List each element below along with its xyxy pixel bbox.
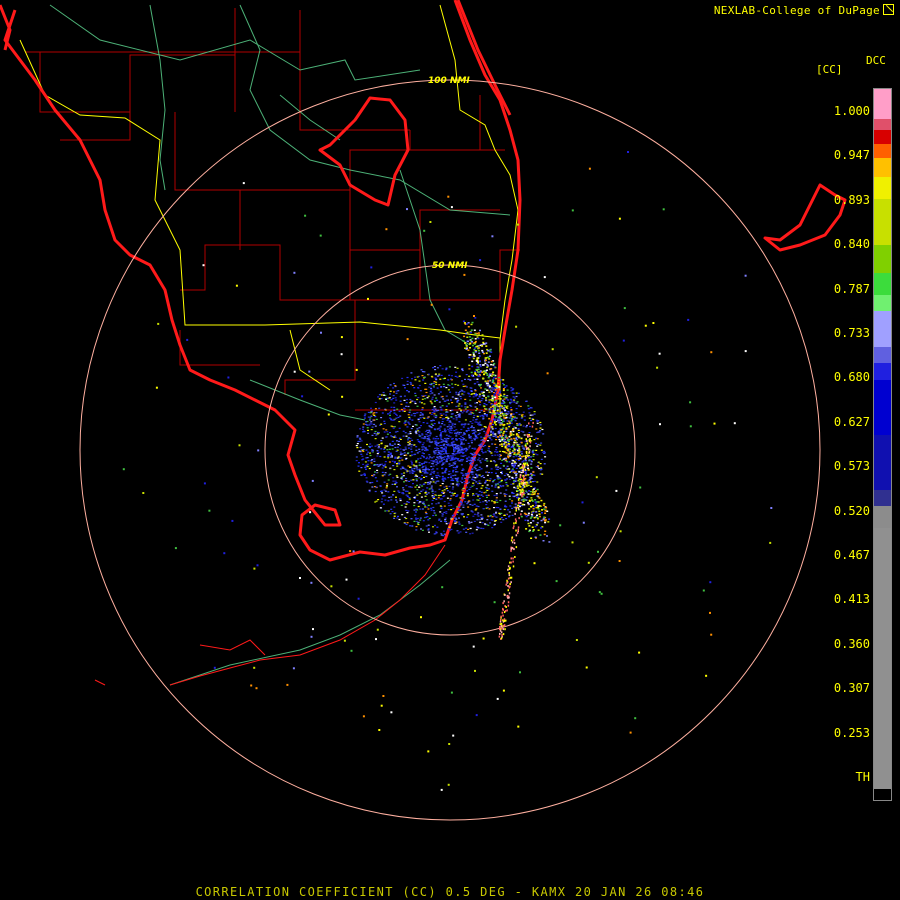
color-scale-swatch [874,346,891,364]
color-scale-swatch [874,311,891,347]
color-scale-swatch [874,176,891,199]
color-scale-swatch [874,245,891,273]
color-scale-swatch [874,363,891,380]
color-scale-swatch [874,130,891,144]
legend-label: 0.840 [833,237,870,252]
radar-map[interactable]: 50 NMI 100 NMI [0,0,900,900]
color-scale-swatch [874,143,891,158]
florida-keys [94,544,446,686]
legend-label: 0.413 [833,592,870,607]
color-scale-swatch [874,506,891,529]
legend-label: 0.573 [833,459,870,474]
external-link-icon[interactable] [883,4,894,15]
color-scale-swatch [874,119,891,131]
radar-site-marker[interactable] [447,447,453,453]
color-scale-swatch [874,379,891,435]
legend-label: 0.253 [833,725,870,740]
county-lines [25,8,520,411]
radar-echoes [122,151,773,791]
legend-label: 1.000 [833,104,870,118]
legend-label: 0.360 [833,636,870,651]
legend-label: 0.307 [833,681,870,696]
legend-units: [CC] [816,63,843,76]
color-scale-swatch [874,788,891,799]
range-ring-label-100: 100 NMI [428,76,470,86]
legend-label: 0.893 [833,192,870,207]
minor-roads [49,4,511,686]
color-scale-swatch [874,272,891,295]
highways [19,4,519,420]
color-scale-swatch [874,89,891,120]
color-scale-swatch [874,434,891,490]
legend-label: TH [855,770,870,784]
product-caption: CORRELATION COEFFICIENT (CC) 0.5 DEG - K… [195,885,705,899]
color-scale-swatch [874,489,891,507]
color-scale-swatch [874,157,891,177]
legend-label: 0.627 [833,414,870,429]
color-scale-swatch [874,528,891,789]
legend-label: 0.520 [833,503,870,518]
legend-label: 0.680 [833,370,870,385]
nexlab-credit[interactable]: NEXLAB-College of DuPage [714,4,894,17]
color-scale-swatch [874,198,891,246]
legend-product-code: DCC [866,54,886,67]
range-ring-label-50: 50 NMI [432,261,468,271]
legend-label: 0.467 [833,548,870,562]
legend-label: 0.733 [833,326,870,340]
color-scale-swatch [874,294,891,312]
color-scale-bar [873,88,892,801]
legend-label: 0.947 [833,148,870,163]
credit-text: NEXLAB-College of DuPage [713,4,880,17]
legend-label: 0.787 [833,281,870,296]
